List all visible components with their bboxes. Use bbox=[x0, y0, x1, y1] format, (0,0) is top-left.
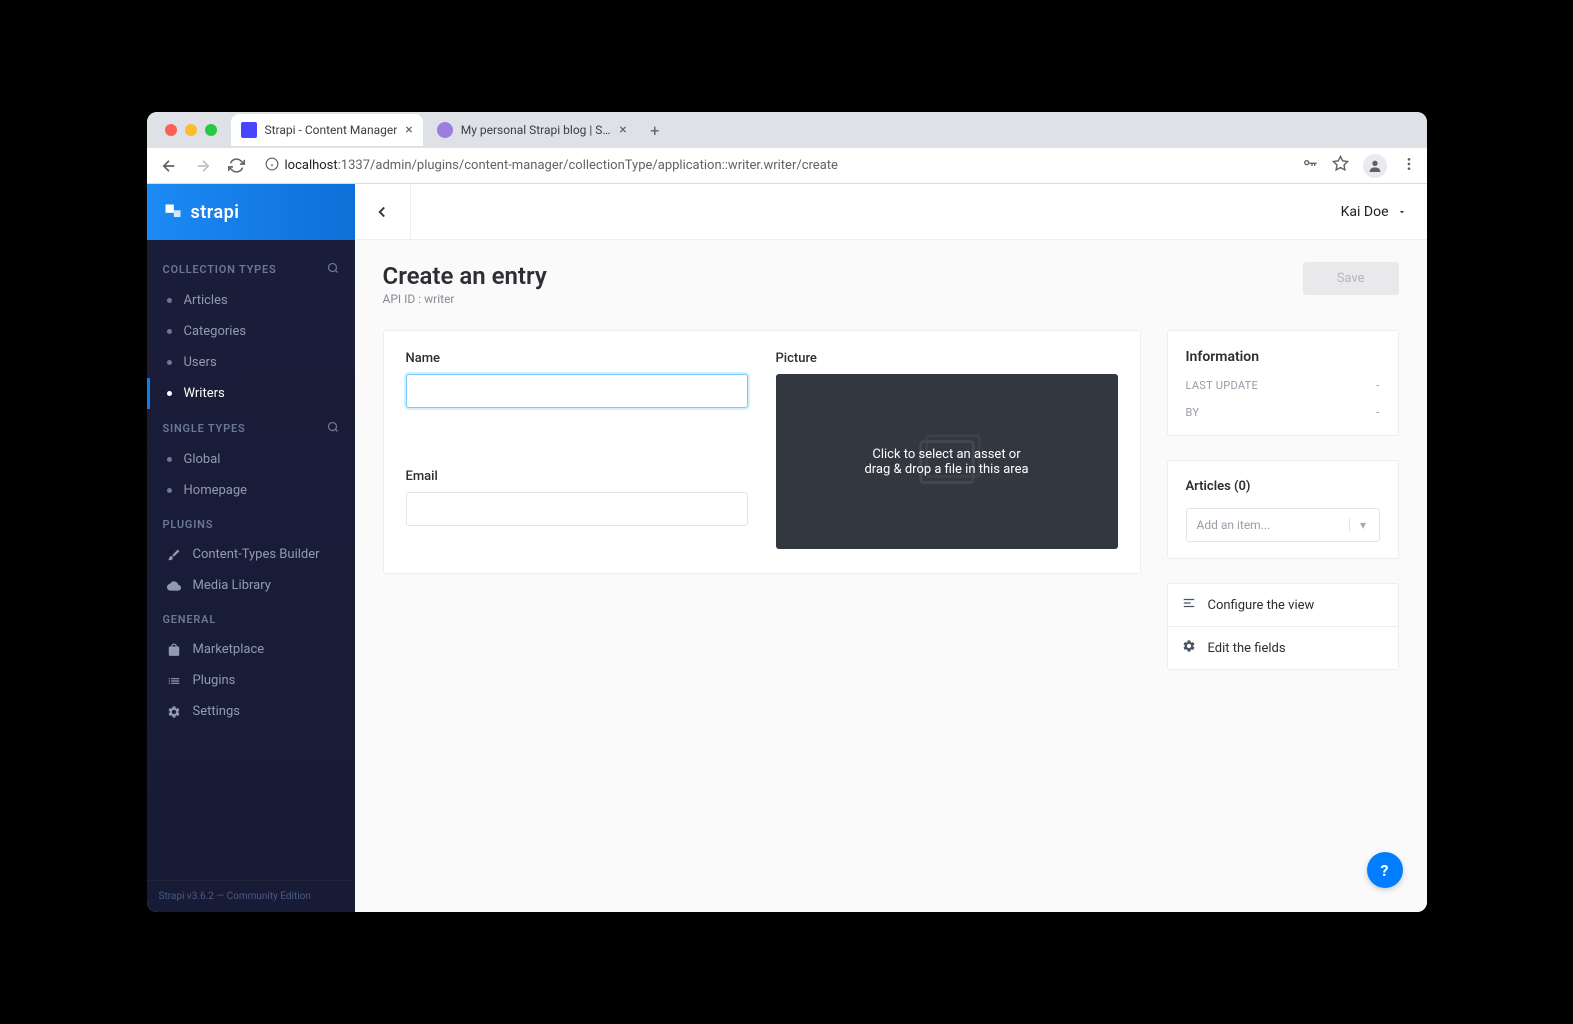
search-icon[interactable] bbox=[327, 262, 339, 277]
sidebar-item-categories[interactable]: Categories bbox=[147, 316, 355, 347]
page-heading: Create an entry API ID : writer bbox=[383, 262, 547, 306]
strapi-logo-icon bbox=[163, 202, 183, 222]
browser-reload-button[interactable] bbox=[225, 154, 249, 178]
tab-favicon-icon bbox=[241, 122, 257, 138]
sidebar-section-single-types: SINGLE TYPES bbox=[147, 409, 355, 444]
help-button[interactable]: ? bbox=[1367, 852, 1403, 888]
field-name: Name bbox=[406, 351, 748, 431]
sidebar-section-general: GENERAL bbox=[147, 601, 355, 634]
layout-icon bbox=[1182, 596, 1196, 614]
key-icon[interactable] bbox=[1302, 156, 1318, 176]
sidebar-item-users[interactable]: Users bbox=[147, 347, 355, 378]
close-tab-icon[interactable]: × bbox=[405, 122, 412, 138]
gear-icon bbox=[167, 705, 181, 719]
brush-icon bbox=[167, 548, 181, 562]
sidebar-section-collection-types: COLLECTION TYPES bbox=[147, 250, 355, 285]
side-links: Configure the view Edit the fields bbox=[1167, 583, 1399, 670]
sidebar-item-media-library[interactable]: Media Library bbox=[147, 570, 355, 601]
bag-icon bbox=[167, 643, 181, 657]
info-row-by: BY - bbox=[1186, 406, 1380, 419]
browser-back-button[interactable] bbox=[157, 154, 181, 178]
cloud-icon bbox=[167, 579, 181, 593]
chevron-down-icon: ▾ bbox=[1349, 518, 1369, 532]
sidebar-item-global[interactable]: Global bbox=[147, 444, 355, 475]
close-tab-icon[interactable]: × bbox=[619, 122, 626, 138]
user-menu[interactable]: Kai Doe bbox=[1341, 204, 1407, 220]
new-tab-button[interactable]: + bbox=[641, 116, 669, 144]
configure-view-link[interactable]: Configure the view bbox=[1168, 584, 1398, 627]
email-input[interactable] bbox=[406, 492, 748, 526]
search-icon[interactable] bbox=[327, 421, 339, 436]
sidebar-footer: Strapi v3.6.2 — Community Edition bbox=[147, 880, 355, 912]
list-icon bbox=[167, 674, 181, 688]
sidebar-item-content-types-builder[interactable]: Content-Types Builder bbox=[147, 539, 355, 570]
name-input[interactable] bbox=[406, 374, 748, 408]
tab-title: Strapi - Content Manager bbox=[265, 123, 398, 137]
back-button[interactable] bbox=[355, 184, 411, 240]
close-window-button[interactable] bbox=[165, 124, 177, 136]
name-label: Name bbox=[406, 351, 748, 366]
browser-tab-1[interactable]: My personal Strapi blog | Strap × bbox=[427, 114, 637, 146]
information-panel: Information LAST UPDATE - BY - bbox=[1167, 330, 1399, 436]
tab-favicon-icon bbox=[437, 122, 453, 138]
gear-icon bbox=[1182, 639, 1196, 657]
field-picture: Picture Click to select an asset or drag… bbox=[776, 351, 1118, 549]
sidebar-item-plugins[interactable]: Plugins bbox=[147, 665, 355, 696]
sidebar-item-articles[interactable]: Articles bbox=[147, 285, 355, 316]
app-logo[interactable]: strapi bbox=[147, 184, 355, 240]
sidebar-item-writers[interactable]: Writers bbox=[147, 378, 355, 409]
page-subtitle: API ID : writer bbox=[383, 292, 547, 306]
page-title: Create an entry bbox=[383, 262, 547, 290]
sidebar-item-marketplace[interactable]: Marketplace bbox=[147, 634, 355, 665]
sidebar-section-plugins: PLUGINS bbox=[147, 506, 355, 539]
browser-chrome: Strapi - Content Manager × My personal S… bbox=[147, 112, 1427, 184]
picture-dropzone[interactable]: Click to select an asset or drag & drop … bbox=[776, 374, 1118, 549]
sidebar: strapi COLLECTION TYPES Articles Categor… bbox=[147, 184, 355, 912]
browser-menu-icon[interactable] bbox=[1401, 156, 1417, 176]
edit-fields-link[interactable]: Edit the fields bbox=[1168, 627, 1398, 669]
field-email: Email bbox=[406, 469, 748, 549]
bookmark-star-icon[interactable] bbox=[1332, 155, 1349, 176]
browser-tab-0[interactable]: Strapi - Content Manager × bbox=[231, 114, 423, 146]
picture-label: Picture bbox=[776, 351, 1118, 366]
sidebar-item-homepage[interactable]: Homepage bbox=[147, 475, 355, 506]
browser-forward-button[interactable] bbox=[191, 154, 215, 178]
relations-panel: Articles (0) Add an item... ▾ bbox=[1167, 460, 1399, 559]
chevron-down-icon bbox=[1397, 207, 1407, 217]
sidebar-item-settings[interactable]: Settings bbox=[147, 696, 355, 727]
add-relation-select[interactable]: Add an item... ▾ bbox=[1186, 508, 1380, 542]
save-button[interactable]: Save bbox=[1303, 262, 1399, 295]
site-info-icon[interactable] bbox=[265, 157, 279, 175]
window-controls bbox=[155, 124, 227, 136]
form-panel: Name Picture Click to select an asset or… bbox=[383, 330, 1141, 574]
maximize-window-button[interactable] bbox=[205, 124, 217, 136]
minimize-window-button[interactable] bbox=[185, 124, 197, 136]
tab-title: My personal Strapi blog | Strap bbox=[461, 123, 612, 137]
topbar: Kai Doe bbox=[355, 184, 1427, 240]
email-label: Email bbox=[406, 469, 748, 484]
address-bar[interactable]: localhost:1337/admin/plugins/content-man… bbox=[259, 157, 1292, 175]
url-text: localhost:1337/admin/plugins/content-man… bbox=[285, 158, 838, 173]
browser-profile-button[interactable] bbox=[1363, 154, 1387, 178]
info-row-last-update: LAST UPDATE - bbox=[1186, 379, 1380, 392]
